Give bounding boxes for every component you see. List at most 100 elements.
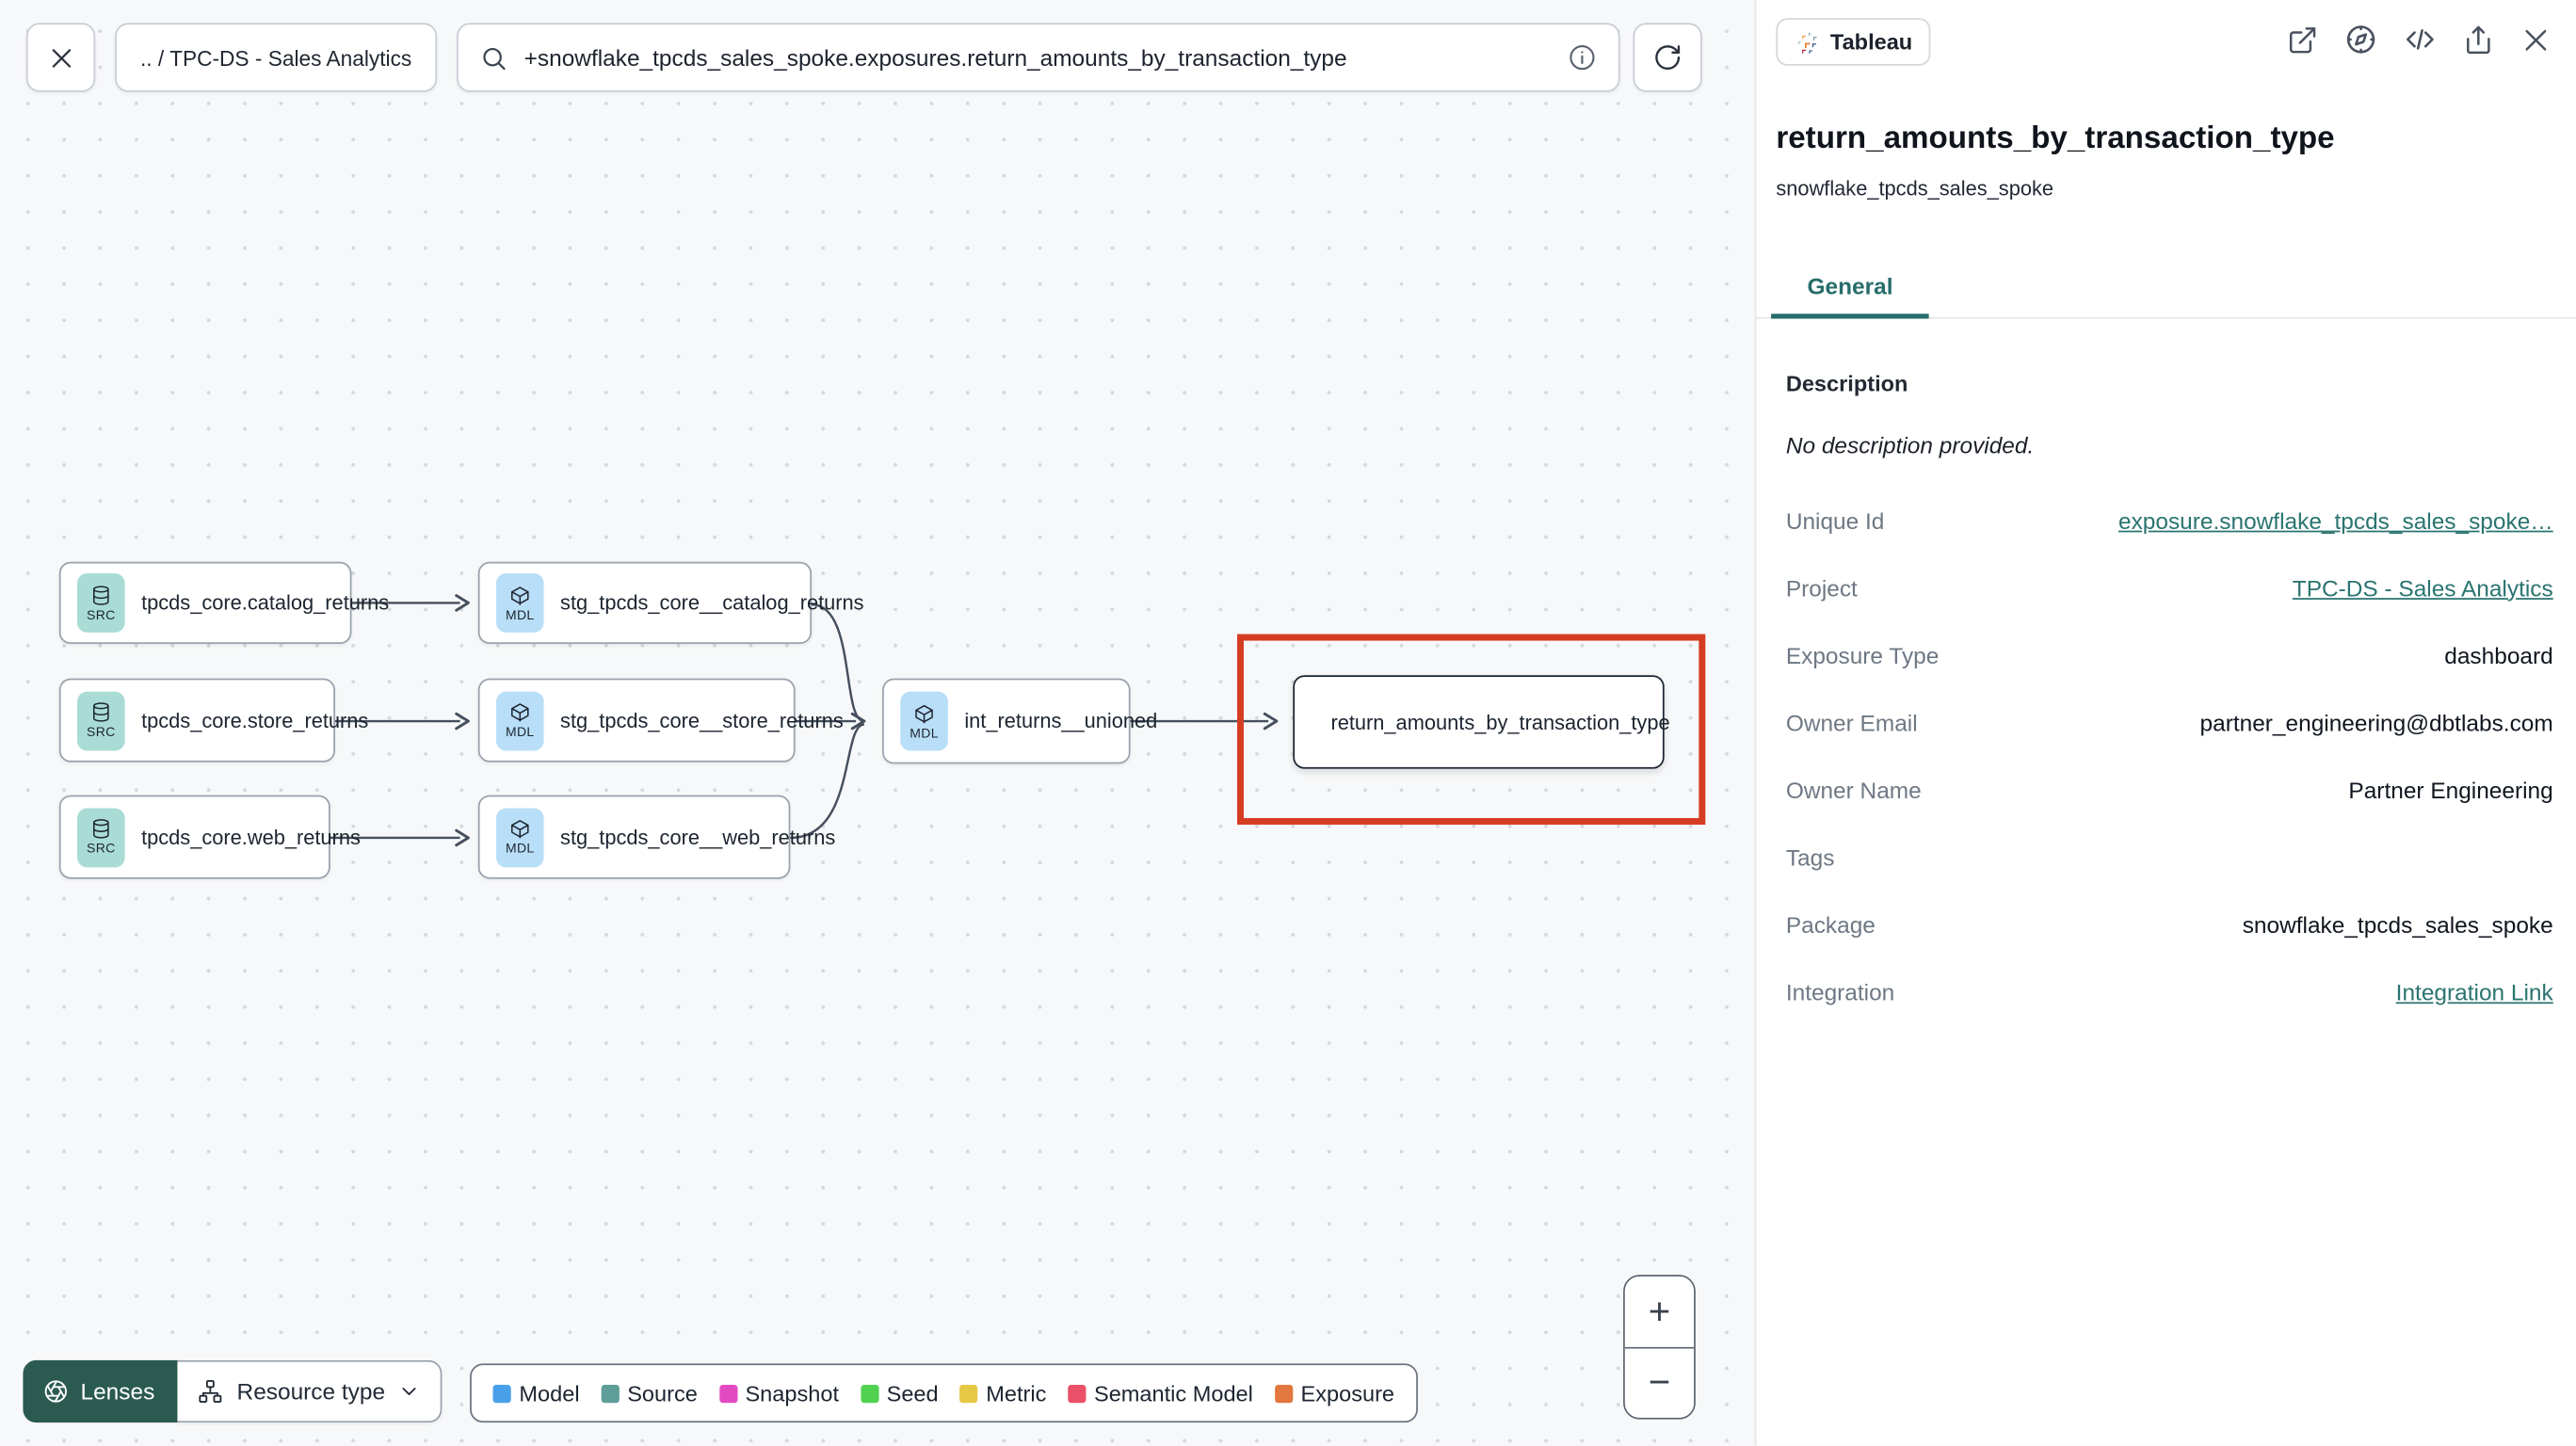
node-label: stg_tpcds_core__catalog_returns <box>560 591 864 615</box>
exposure-type-value: dashboard <box>2444 641 2553 668</box>
node-exposure-return-amounts[interactable]: return_amounts_by_transaction_type <box>1293 675 1670 769</box>
node-label: tpcds_core.store_returns <box>141 708 369 732</box>
compass-icon <box>2346 25 2375 54</box>
database-icon <box>92 819 109 839</box>
description-value: No description provided. <box>1785 431 2035 458</box>
node-label: tpcds_core.catalog_returns <box>141 591 390 615</box>
node-stg-store-returns[interactable]: MDL stg_tpcds_core__store_returns <box>477 678 844 763</box>
model-badge: MDL <box>495 573 544 633</box>
close-panel-button[interactable] <box>2520 24 2552 55</box>
share-button[interactable] <box>2463 24 2494 55</box>
zoom-controls: + − <box>1623 1275 1696 1420</box>
close-lineage-button[interactable] <box>25 23 96 92</box>
legend-item-snapshot: Snapshot <box>718 1381 839 1406</box>
field-row-project: Project TPC-DS - Sales Analytics <box>1785 573 2553 601</box>
cube-icon <box>511 820 529 839</box>
lineage-canvas[interactable]: SRC tpcds_core.catalog_returns MDL stg_t… <box>0 0 1755 1446</box>
project-link[interactable]: TPC-DS - Sales Analytics <box>2293 574 2553 601</box>
node-label: stg_tpcds_core__store_returns <box>560 708 844 732</box>
field-row-unique-id: Unique Id exposure.snowflake_tpcds_sales… <box>1785 506 2553 534</box>
resource-type-dropdown[interactable]: Resource type <box>177 1359 443 1423</box>
dbt-explorer-lineage-view: SRC tpcds_core.catalog_returns MDL stg_t… <box>0 0 2576 1446</box>
resource-type-legend: Model Source Snapshot Seed Metric Semant… <box>470 1363 1418 1423</box>
field-row-owner-name: Owner Name Partner Engineering <box>1785 776 2553 803</box>
exposure-swatch <box>1274 1384 1293 1403</box>
model-swatch <box>492 1384 511 1403</box>
panel-header: Tableau <box>1756 0 2576 66</box>
owner-email-value: partner_engineering@dbtlabs.com <box>2199 708 2553 735</box>
node-label: int_returns__unioned <box>964 709 1158 733</box>
tableau-badge[interactable]: Tableau <box>1776 18 1931 66</box>
model-badge: MDL <box>900 691 948 751</box>
owner-name-value: Partner Engineering <box>2348 776 2553 803</box>
lenses-control: Lenses Resource type <box>23 1359 443 1423</box>
source-badge: SRC <box>77 807 125 867</box>
database-icon <box>92 702 109 722</box>
lineage-search[interactable] <box>457 23 1620 92</box>
share-icon <box>2467 24 2490 54</box>
package-subtitle: snowflake_tpcds_sales_spoke <box>1776 177 2054 201</box>
cube-icon <box>511 586 529 604</box>
refresh-button[interactable] <box>1633 23 1702 92</box>
node-label: return_amounts_by_transaction_type <box>1330 710 1670 734</box>
model-badge: MDL <box>495 807 544 867</box>
legend-item-source: Source <box>601 1381 698 1406</box>
aperture-icon <box>44 1380 67 1403</box>
legend-item-semantic-model: Semantic Model <box>1068 1381 1253 1406</box>
details-panel: Tableau return_amounts_by_transaction_ty… <box>1754 0 2576 1446</box>
tab-general[interactable]: General <box>1771 261 1929 319</box>
package-value: snowflake_tpcds_sales_spoke <box>2242 910 2553 938</box>
zoom-in-button[interactable]: + <box>1624 1276 1695 1348</box>
legend-item-metric: Metric <box>959 1381 1046 1406</box>
info-icon[interactable] <box>1568 42 1597 72</box>
source-badge: SRC <box>77 573 125 633</box>
node-source-web-returns[interactable]: SRC tpcds_core.web_returns <box>58 795 361 879</box>
code-button[interactable] <box>2404 23 2437 56</box>
node-label: stg_tpcds_core__web_returns <box>560 825 836 849</box>
panel-tabs: General <box>1756 261 2576 319</box>
external-link-icon <box>2289 26 2316 53</box>
search-icon <box>483 47 506 70</box>
search-input[interactable] <box>523 44 1552 72</box>
page-title: return_amounts_by_transaction_type <box>1776 121 2335 156</box>
tableau-icon <box>1795 29 1819 54</box>
node-stg-web-returns[interactable]: MDL stg_tpcds_core__web_returns <box>477 795 835 879</box>
node-source-catalog-returns[interactable]: SRC tpcds_core.catalog_returns <box>58 561 389 645</box>
seed-swatch <box>860 1384 878 1403</box>
snapshot-swatch <box>718 1384 737 1403</box>
unique-id-link[interactable]: exposure.snowflake_tpcds_sales_spoke… <box>2118 506 2553 533</box>
legend-item-exposure: Exposure <box>1274 1381 1394 1406</box>
field-row-tags: Tags <box>1785 844 1835 870</box>
node-stg-catalog-returns[interactable]: MDL stg_tpcds_core__catalog_returns <box>477 561 864 645</box>
lenses-button[interactable]: Lenses <box>23 1359 178 1423</box>
close-icon <box>2525 28 2547 50</box>
source-swatch <box>601 1384 620 1403</box>
zoom-out-button[interactable]: − <box>1624 1347 1695 1418</box>
field-row-exposure-type: Exposure Type dashboard <box>1785 641 2553 668</box>
database-icon <box>92 585 109 604</box>
field-row-package: Package snowflake_tpcds_sales_spoke <box>1785 910 2553 938</box>
field-row-integration: Integration Integration Link <box>1785 978 2553 1005</box>
open-external-button[interactable] <box>2287 24 2318 55</box>
breadcrumb[interactable]: .. / TPC-DS - Sales Analytics <box>115 23 438 92</box>
description-heading: Description <box>1785 371 1908 396</box>
explore-button[interactable] <box>2344 23 2377 56</box>
model-badge: MDL <box>495 690 544 750</box>
legend-item-seed: Seed <box>860 1381 939 1406</box>
source-badge: SRC <box>77 690 125 750</box>
integration-link[interactable]: Integration Link <box>2396 978 2553 1004</box>
node-label: tpcds_core.web_returns <box>141 825 361 849</box>
node-source-store-returns[interactable]: SRC tpcds_core.store_returns <box>58 678 368 763</box>
code-icon <box>2406 29 2434 50</box>
field-row-owner-email: Owner Email partner_engineering@dbtlabs.… <box>1785 708 2553 735</box>
metric-swatch <box>959 1384 978 1403</box>
refresh-icon <box>1655 45 1681 70</box>
panel-action-icons <box>2287 23 2552 56</box>
legend-item-model: Model <box>492 1381 580 1406</box>
node-int-returns-unioned[interactable]: MDL int_returns__unioned <box>882 678 1157 764</box>
semantic-model-swatch <box>1068 1384 1087 1403</box>
hierarchy-icon <box>199 1380 222 1403</box>
cube-icon <box>511 703 529 722</box>
metadata-fields: Unique Id exposure.snowflake_tpcds_sales… <box>1756 487 2576 1025</box>
close-icon <box>51 48 71 67</box>
